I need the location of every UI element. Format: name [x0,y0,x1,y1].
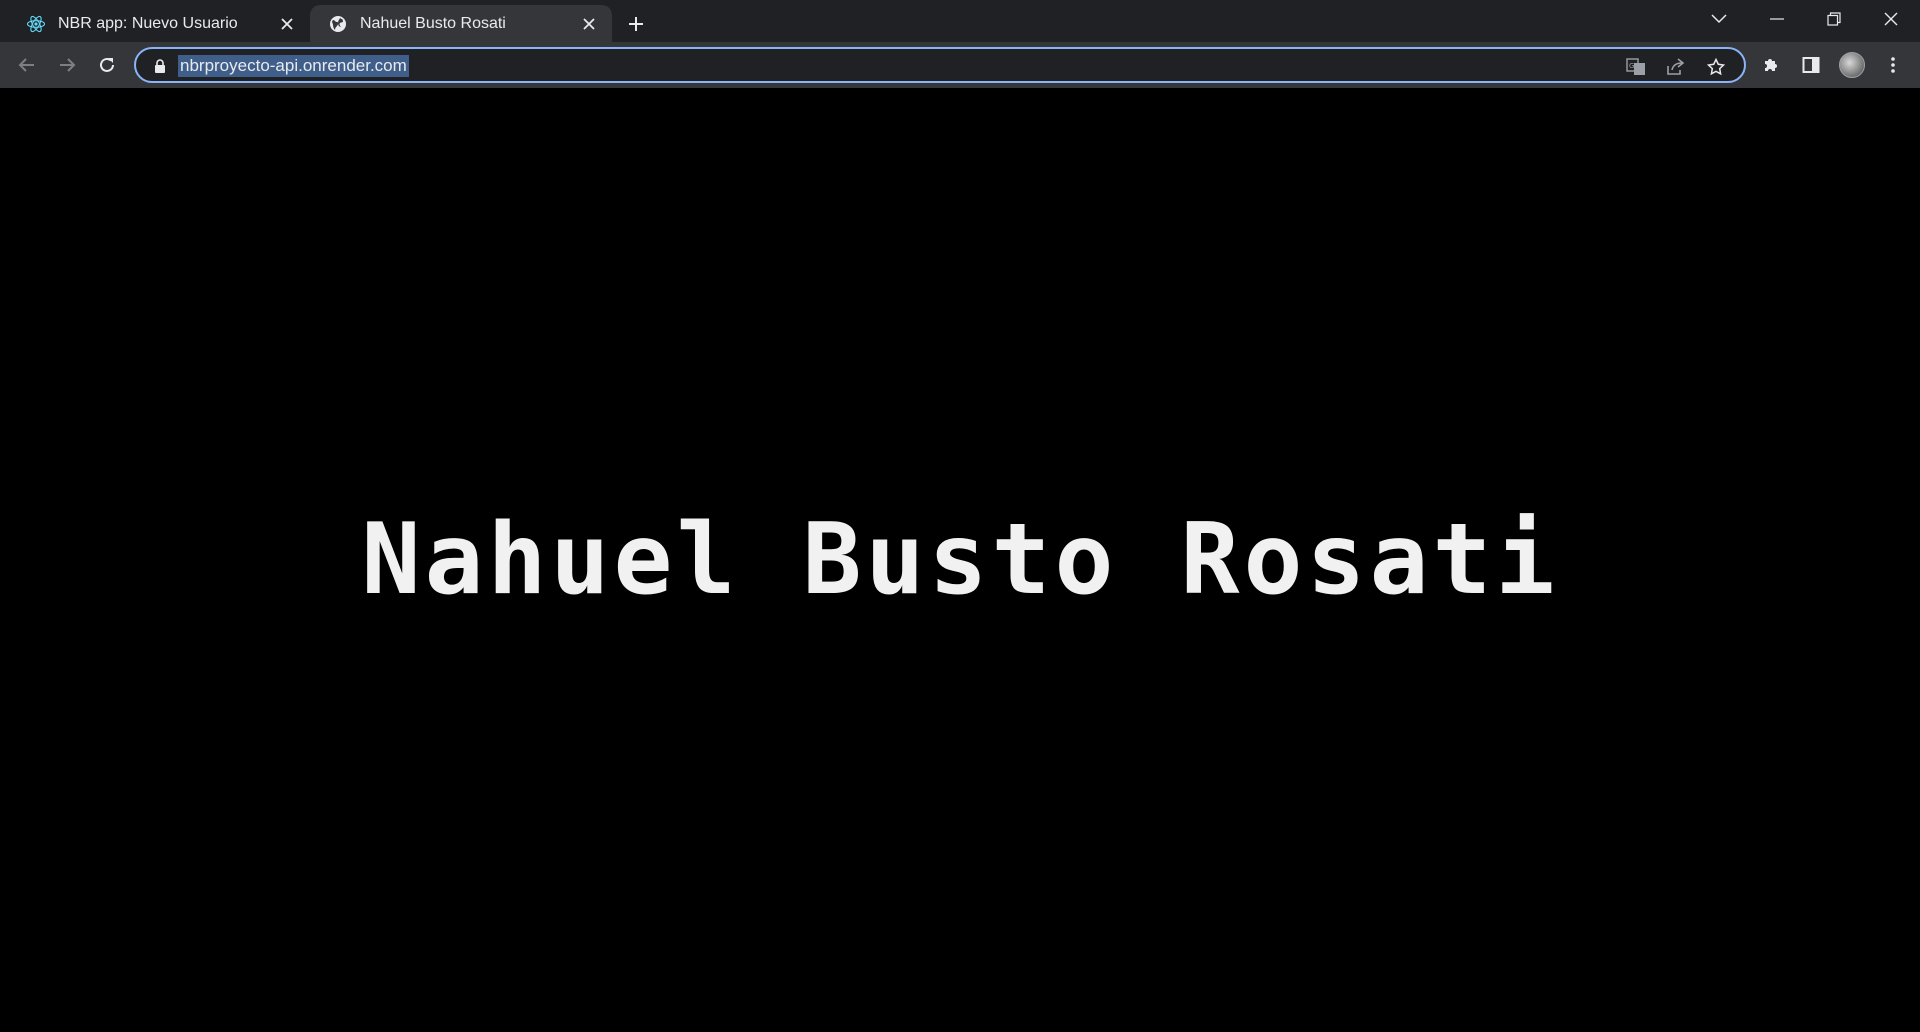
plus-icon [629,17,643,31]
page-heading: Nahuel Busto Rosati [361,503,1559,617]
svg-text:G: G [1629,62,1634,70]
side-panel-icon [1802,57,1820,73]
tab-strip: NBR app: Nuevo Usuario Nahuel Busto Rosa… [0,0,1920,42]
tab-nahuel-busto-rosati[interactable]: Nahuel Busto Rosati [310,5,612,42]
minimize-button[interactable] [1748,0,1806,38]
forward-button[interactable] [51,49,83,81]
tab-title: NBR app: Nuevo Usuario [58,14,238,32]
url-text[interactable]: nbrproyecto-api.onrender.com [178,55,409,77]
new-tab-button[interactable] [620,8,652,40]
minimize-icon [1770,18,1784,20]
arrow-left-icon [18,58,34,72]
address-bar[interactable]: nbrproyecto-api.onrender.com G [134,47,1746,83]
chevron-down-icon [1711,14,1727,24]
close-icon [1884,12,1898,26]
profile-button[interactable] [1836,49,1868,81]
tab-close-icon[interactable] [276,13,298,35]
react-atom-icon [26,14,46,34]
reload-icon [100,57,114,72]
tab-search-button[interactable] [1690,0,1748,38]
puzzle-icon [1765,59,1777,71]
browser-window: NBR app: Nuevo Usuario Nahuel Busto Rosa… [0,0,1920,1032]
tab-nbr-app[interactable]: NBR app: Nuevo Usuario [8,5,310,42]
restore-icon [1827,12,1841,26]
avatar [1839,52,1865,78]
arrow-right-icon [60,58,76,72]
share-icon[interactable] [1664,55,1688,79]
back-button[interactable] [11,49,43,81]
side-panel-button[interactable] [1795,49,1827,81]
close-window-button[interactable] [1862,0,1920,38]
menu-button[interactable] [1877,49,1909,81]
page-viewport: Nahuel Busto Rosati [0,88,1920,1032]
extensions-button[interactable] [1755,49,1787,81]
more-vert-icon [1891,57,1895,73]
tab-close-icon[interactable] [578,13,600,35]
bookmark-star-icon[interactable] [1704,55,1728,79]
globe-icon [328,14,348,34]
browser-toolbar: nbrproyecto-api.onrender.com G [0,42,1920,88]
lock-icon[interactable] [152,58,168,74]
tab-title: Nahuel Busto Rosati [360,14,506,32]
translate-icon[interactable]: G [1624,55,1648,79]
reload-button[interactable] [91,49,123,81]
restore-button[interactable] [1805,0,1863,38]
